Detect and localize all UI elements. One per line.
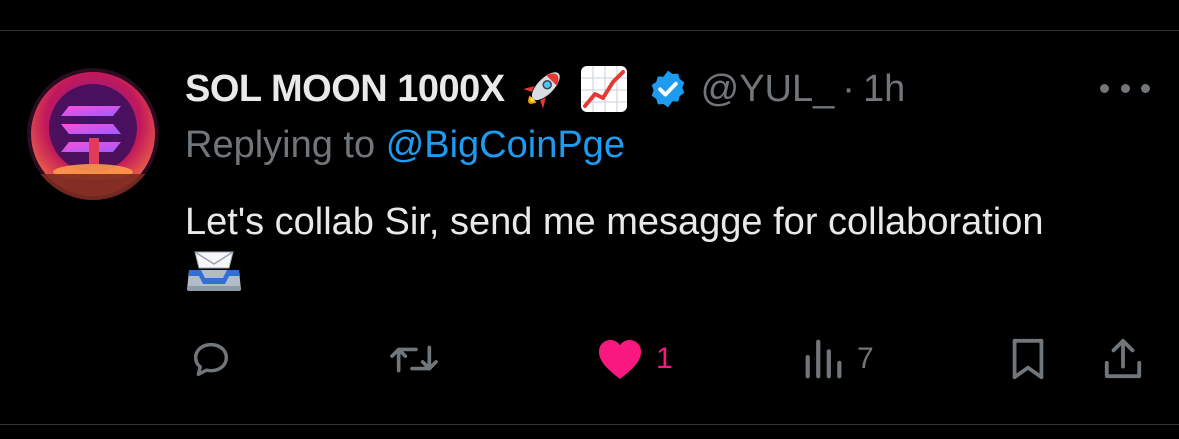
share-icon [1104, 338, 1142, 379]
avatar-image [27, 68, 159, 200]
separator-dot: · [842, 67, 855, 110]
inbox-tray-icon [187, 251, 241, 291]
replying-to-line: Replying to @BigCoinPge [185, 124, 625, 167]
bookmark-icon [1012, 338, 1044, 380]
reply-mention-link[interactable]: @BigCoinPge [386, 124, 625, 166]
display-name[interactable]: SOL MOON 1000X [185, 68, 505, 111]
retweet-button[interactable] [386, 336, 454, 382]
views-icon [805, 339, 842, 379]
more-options-icon[interactable] [1100, 76, 1150, 100]
user-handle[interactable]: @YUL_ [701, 68, 835, 111]
view-count: 7 [857, 342, 874, 375]
share-button[interactable] [1102, 336, 1144, 382]
timestamp[interactable]: 1h [863, 68, 905, 111]
rocket-icon [522, 72, 560, 109]
replying-to-label: Replying to [185, 124, 376, 166]
heart-icon [599, 340, 641, 379]
avatar[interactable] [27, 68, 159, 200]
like-count: 1 [656, 342, 673, 375]
bottom-divider [0, 424, 1179, 425]
tweet-header: SOL MOON 1000X @YUL_ · 1h [185, 64, 905, 114]
chart-increasing-icon [580, 66, 627, 112]
bookmark-button[interactable] [1008, 336, 1048, 382]
like-button[interactable]: 1 [596, 336, 673, 382]
tweet-text: Let's collab Sir, send me mesagge for co… [185, 198, 1085, 298]
reply-button[interactable] [188, 336, 246, 382]
retweet-icon [390, 345, 438, 373]
reply-icon [193, 342, 229, 377]
tweet-body: Let's collab Sir, send me mesagge for co… [185, 201, 1044, 243]
views-button[interactable]: 7 [803, 336, 874, 382]
verified-badge-icon[interactable] [647, 68, 689, 110]
top-divider [0, 30, 1179, 31]
